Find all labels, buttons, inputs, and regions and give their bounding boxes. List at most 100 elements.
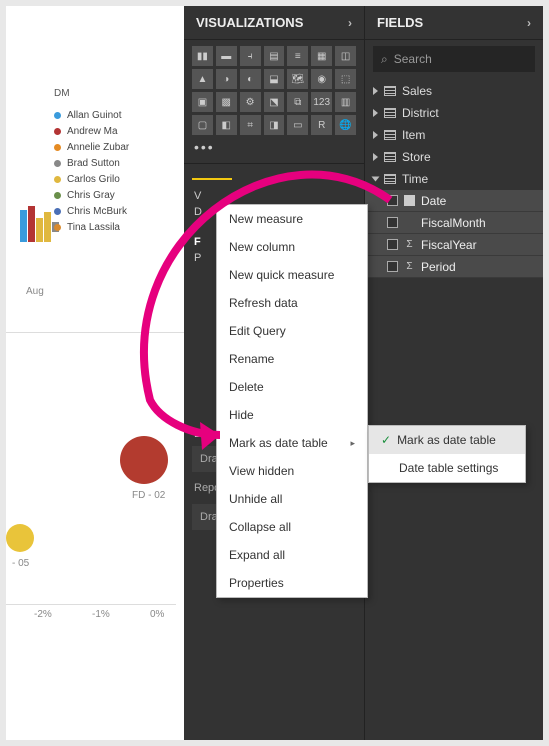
context-menu-item[interactable]: New column [217,233,367,261]
viz-type-tile[interactable]: ◨ [264,115,285,135]
checkbox[interactable] [387,239,398,250]
viz-type-tile[interactable]: ⬚ [335,69,356,89]
context-menu-item[interactable]: Delete [217,373,367,401]
field-label: Period [421,260,456,274]
fields-header[interactable]: FIELDS › [365,6,543,40]
viz-type-tile[interactable]: 123 [311,92,332,112]
context-menu-item[interactable]: Unhide all [217,485,367,513]
viz-type-tile[interactable]: ◑ [216,69,237,89]
submenu-mark-label: Mark as date table [397,433,496,447]
table-row[interactable]: District [365,102,543,124]
legend-label: Tina Lassila [67,222,120,233]
context-menu-item[interactable]: Expand all [217,541,367,569]
legend-item[interactable]: Chris Gray [54,187,129,203]
viz-type-tile[interactable]: R [311,115,332,135]
viz-type-tile[interactable]: 🗺 [287,69,308,89]
legend-dot-icon [54,128,61,135]
viz-type-tile[interactable]: ▤ [264,46,285,66]
viz-type-tile[interactable]: ▬ [216,46,237,66]
submenu-mark-as-date-table[interactable]: ✓Mark as date table [369,426,525,454]
viz-type-tile[interactable]: ▲ [192,69,213,89]
viz-type-tile[interactable]: ◧ [216,115,237,135]
context-menu-item[interactable]: Collapse all [217,513,367,541]
table-icon [384,130,396,140]
search-placeholder: Search [394,52,432,66]
viz-type-tile[interactable]: ▦ [311,46,332,66]
more-visuals-button[interactable]: ••• [184,139,364,161]
legend-item[interactable]: Brad Sutton [54,155,129,171]
viz-type-tile[interactable]: ▣ [192,92,213,112]
context-menu-item[interactable]: Mark as date table ▸ [217,429,367,457]
visualizations-header[interactable]: VISUALIZATIONS › [184,6,364,40]
values-section: V [184,188,364,204]
field-row[interactable]: ΣFiscalYear [365,234,543,256]
legend: DM Allan GuinotAndrew MaAnnelie ZubarBra… [54,88,129,235]
viz-type-tile[interactable]: 🌐 [335,115,356,135]
viz-type-tile[interactable]: ▢ [192,115,213,135]
bar-chart-bar [28,206,35,242]
search-input[interactable]: ⌕ Search [373,46,535,72]
context-menu-item[interactable]: New measure [217,205,367,233]
context-menu-item[interactable]: Edit Query [217,317,367,345]
context-menu-item[interactable]: View hidden [217,457,367,485]
checkbox[interactable] [387,217,398,228]
legend-label: Brad Sutton [67,158,120,169]
field-label: FiscalYear [421,238,477,252]
viz-type-tile[interactable]: ◫ [335,46,356,66]
legend-item[interactable]: Chris McBurk [54,203,129,219]
table-row[interactable]: Time [365,168,543,190]
chevron-right-icon [373,87,378,95]
context-menu-label: Edit Query [229,324,286,338]
viz-type-tile[interactable]: ◉ [311,69,332,89]
viz-type-tile[interactable]: ⬓ [264,69,285,89]
sigma-icon: Σ [404,261,415,272]
table-row[interactable]: Item [365,124,543,146]
viz-type-tile[interactable]: ⌗ [240,115,261,135]
context-menu-item[interactable]: Rename [217,345,367,373]
checkbox[interactable] [387,261,398,272]
divider [184,163,364,164]
bubble-label: FD - 02 [132,490,165,501]
viz-type-tile[interactable]: ▭ [287,115,308,135]
fields-title: FIELDS [377,15,423,30]
submenu-date-table-settings[interactable]: Date table settings [369,454,525,482]
field-row[interactable]: Date [365,190,543,212]
context-menu-item[interactable]: Properties [217,569,367,597]
context-menu-label: Delete [229,380,264,394]
viz-type-tile[interactable]: ⚙ [240,92,261,112]
chart-divider [6,332,184,333]
legend-dot-icon [54,160,61,167]
legend-item[interactable]: Andrew Ma [54,123,129,139]
context-menu-item[interactable]: New quick measure [217,261,367,289]
table-row[interactable]: Sales [365,80,543,102]
search-icon: ⌕ [381,52,388,67]
legend-label: Allan Guinot [67,110,121,121]
chevron-right-icon: › [348,16,352,30]
context-menu-label: Mark as date table [229,436,328,450]
legend-item[interactable]: Annelie Zubar [54,139,129,155]
legend-dot-icon [54,144,61,151]
x-tick: -1% [92,609,110,620]
viz-type-tile[interactable]: ▥ [335,92,356,112]
context-menu-item[interactable]: Hide [217,401,367,429]
submenu-arrow-icon: ▸ [350,438,355,449]
context-menu-label: Hide [229,408,254,422]
legend-item[interactable]: Carlos Grilo [54,171,129,187]
field-row[interactable]: FiscalMonth [365,212,543,234]
legend-item[interactable]: Tina Lassila [54,219,129,235]
viz-type-tile[interactable]: ⬔ [264,92,285,112]
viz-type-tile[interactable]: ▮▮ [192,46,213,66]
viz-type-tile[interactable]: ⫞ [240,46,261,66]
viz-type-tile[interactable]: ▩ [216,92,237,112]
legend-item[interactable]: Allan Guinot [54,107,129,123]
table-row[interactable]: Store [365,146,543,168]
field-row[interactable]: Σ Period [365,256,543,278]
calendar-icon [404,195,415,206]
context-menu-label: Refresh data [229,296,298,310]
viz-type-tile[interactable]: ≡ [287,46,308,66]
viz-type-tile[interactable]: ⧉ [287,92,308,112]
scatter-bubble [6,524,34,552]
viz-type-tile[interactable]: ◐ [240,69,261,89]
context-menu-item[interactable]: Refresh data [217,289,367,317]
checkbox[interactable] [387,195,398,206]
